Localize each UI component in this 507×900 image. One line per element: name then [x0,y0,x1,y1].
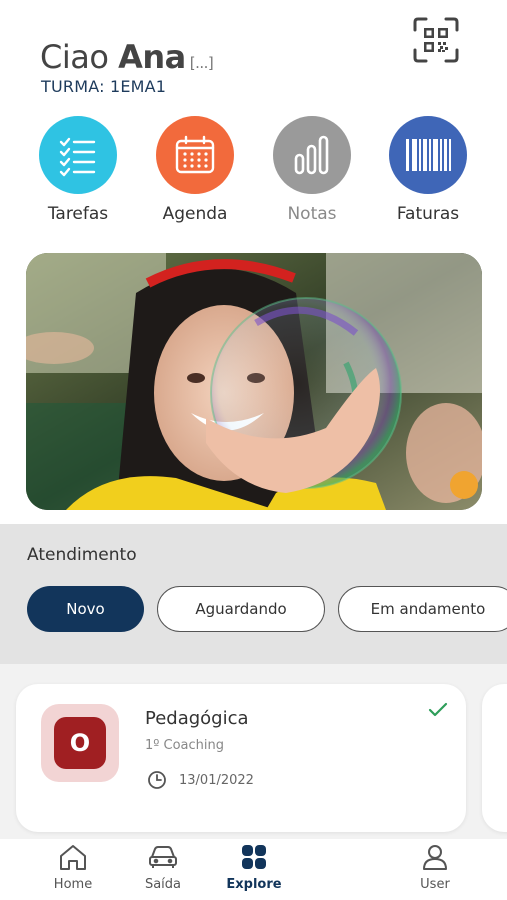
nav-home[interactable]: Home [33,843,113,892]
calendar-icon [156,116,234,194]
shortcuts: Tarefas Agenda Notas Faturas [0,116,507,231]
checklist-icon [39,116,117,194]
filter-novo[interactable]: Novo [27,586,144,632]
user-name: Ana [118,38,186,76]
shortcut-label: Faturas [396,204,460,224]
home-icon [60,845,86,870]
shortcut-label: Tarefas [47,204,109,224]
greeting: Ciao Ana [...] [40,38,214,76]
filter-aguardando[interactable]: Aguardando [157,586,325,632]
nav-explore[interactable]: Explore [214,843,294,892]
ticket-card-next[interactable] [482,684,507,832]
ticket-carousel[interactable]: O Pedagógica 1º Coaching 13/01/2022 [0,664,507,839]
greeting-more[interactable]: [...] [190,54,214,72]
avatar-letter: O [54,717,106,769]
header: Ciao Ana [...] TURMA: 1EMA1 [0,0,507,110]
class-label: TURMA: 1EMA1 [41,77,167,96]
atendimento-section: Atendimento Novo Aguardando Em andamento [0,524,507,664]
shortcut-label: Agenda [162,204,228,224]
greeting-word: Ciao [40,38,109,76]
nav-saida[interactable]: Saída [123,843,203,892]
nav-user[interactable]: User [395,843,475,892]
shortcut-tarefas[interactable]: Tarefas [23,116,133,224]
shortcut-faturas[interactable]: Faturas [373,116,483,224]
clock-icon [148,771,166,789]
check-icon [428,702,448,717]
shortcut-label: Notas [287,204,337,224]
nav-label: Explore [226,877,282,892]
bottom-nav: Home Saída Explore User [0,839,507,900]
shortcut-agenda[interactable]: Agenda [140,116,250,224]
ticket-subtitle: 1º Coaching [145,738,225,753]
hero-banner-image[interactable] [26,253,482,510]
barcode-icon [389,116,467,194]
ticket-date: 13/01/2022 [179,773,254,788]
nav-label: Saída [144,877,182,892]
bar-chart-icon [273,116,351,194]
ticket-card[interactable]: O Pedagógica 1º Coaching 13/01/2022 [16,684,466,832]
avatar: O [41,704,119,782]
nav-label: Home [53,877,93,892]
nav-label: User [420,877,450,892]
shortcut-notas[interactable]: Notas [257,116,367,224]
car-icon [149,846,177,868]
qr-code-icon[interactable] [412,16,460,64]
user-icon [423,845,447,870]
ticket-title: Pedagógica [145,708,249,729]
filter-em-andamento[interactable]: Em andamento [338,586,507,632]
section-title: Atendimento [27,545,137,565]
grid-icon [242,845,266,869]
child-with-bubble-photo [26,253,482,510]
